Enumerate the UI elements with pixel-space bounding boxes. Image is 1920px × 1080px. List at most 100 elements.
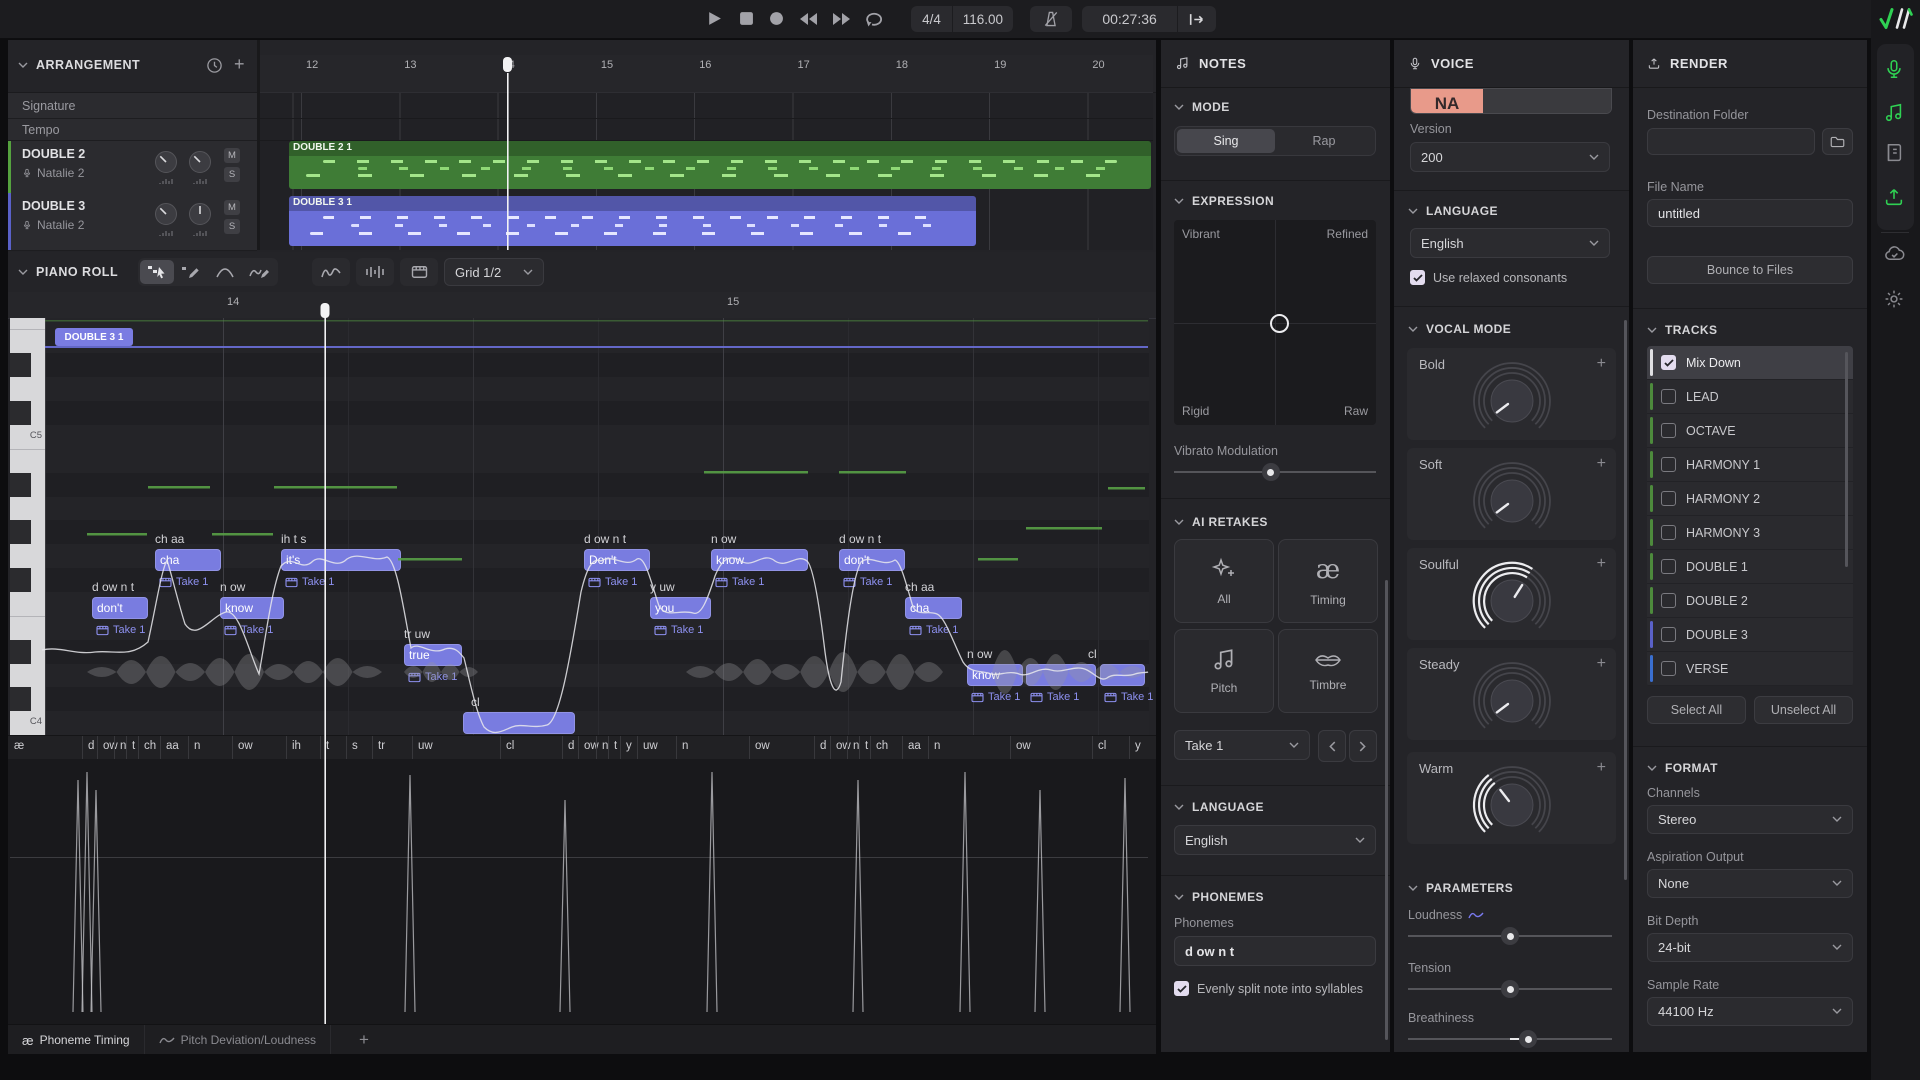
- phoneme-label[interactable]: d: [88, 740, 94, 752]
- track-pan-knob[interactable]: [188, 150, 212, 174]
- phoneme-label[interactable]: ch: [876, 740, 888, 752]
- collapse-chevron-icon[interactable]: [18, 62, 28, 69]
- metronome-toggle[interactable]: [1030, 6, 1072, 32]
- slider[interactable]: [1408, 927, 1612, 945]
- track-checkbox[interactable]: [1661, 627, 1676, 642]
- phoneme-label[interactable]: n: [682, 740, 688, 752]
- black-key[interactable]: [10, 640, 31, 664]
- tab-pitch-deviation-loudness[interactable]: Pitch Deviation/Loudness: [145, 1025, 331, 1054]
- rail-settings-icon[interactable]: [1883, 288, 1908, 313]
- slider-handle[interactable]: [1501, 980, 1519, 998]
- add-automation-button[interactable]: +: [1597, 759, 1606, 777]
- render-track-harmony-1[interactable]: HARMONY 1: [1647, 448, 1853, 482]
- track-volume-knob[interactable]: [154, 202, 178, 226]
- vocal-mode-knob[interactable]: [1469, 558, 1555, 644]
- midi-note[interactable]: Don't: [584, 549, 650, 571]
- slider[interactable]: [1408, 980, 1612, 998]
- phoneme-label[interactable]: cl: [1098, 740, 1106, 752]
- black-key[interactable]: [10, 473, 31, 497]
- bounce-to-files-button[interactable]: Bounce to Files: [1647, 256, 1853, 284]
- format-select-sample-rate[interactable]: 44100 Hz: [1647, 997, 1853, 1026]
- phoneme-label[interactable]: ow: [238, 740, 253, 752]
- arrangement-track-header[interactable]: DOUBLE 3Natalie 2MS: [8, 193, 257, 251]
- mute-button[interactable]: M: [224, 200, 240, 215]
- render-track-harmony-3[interactable]: HARMONY 3: [1647, 516, 1853, 550]
- audio-scrub-tool[interactable]: [356, 258, 394, 286]
- phoneme-label[interactable]: n: [194, 740, 200, 752]
- midi-note[interactable]: know: [967, 664, 1023, 686]
- black-key[interactable]: [10, 568, 31, 592]
- phoneme-label[interactable]: aa: [908, 740, 921, 752]
- time-display[interactable]: 00:27:36: [1082, 6, 1177, 32]
- track-checkbox[interactable]: [1661, 457, 1676, 472]
- rail-music-notes-icon[interactable]: [1883, 102, 1908, 127]
- take-badge[interactable]: Take 1: [408, 671, 457, 683]
- track-checkbox[interactable]: [1661, 389, 1676, 404]
- select-tool[interactable]: [140, 260, 174, 284]
- version-select[interactable]: 200: [1410, 142, 1610, 172]
- vocal-mode-knob[interactable]: [1469, 658, 1555, 744]
- black-key[interactable]: [10, 353, 31, 377]
- phoneme-label[interactable]: cl: [506, 740, 514, 752]
- midi-note[interactable]: it's: [281, 549, 401, 571]
- midi-note[interactable]: [1026, 664, 1096, 686]
- tab-phoneme-timing[interactable]: æPhoneme Timing: [8, 1025, 145, 1054]
- piano-keys[interactable]: C5C4: [10, 318, 45, 735]
- select-all-button[interactable]: Select All: [1647, 696, 1746, 724]
- fast-forward-button[interactable]: [831, 12, 853, 26]
- format-section-header[interactable]: FORMAT: [1647, 761, 1718, 775]
- format-select-aspiration-output[interactable]: None: [1647, 869, 1853, 898]
- phoneme-label[interactable]: ow: [1016, 740, 1031, 752]
- phoneme-label[interactable]: uw: [418, 740, 433, 752]
- mode-option-rap[interactable]: Rap: [1275, 129, 1373, 153]
- phonemes-section-header[interactable]: PHONEMES: [1174, 890, 1264, 904]
- vocal-mode-knob[interactable]: [1469, 458, 1555, 544]
- add-automation-button[interactable]: +: [1597, 355, 1606, 373]
- piano-roll-clip-chip[interactable]: DOUBLE 3 1: [55, 328, 133, 346]
- checkbox[interactable]: [1174, 981, 1189, 996]
- note-language-select[interactable]: English: [1174, 825, 1376, 855]
- phoneme-label[interactable]: d: [568, 740, 574, 752]
- phoneme-label[interactable]: d: [820, 740, 826, 752]
- format-select-channels[interactable]: Stereo: [1647, 805, 1853, 834]
- render-track-octave[interactable]: OCTAVE: [1647, 414, 1853, 448]
- unselect-all-button[interactable]: Unselect All: [1754, 696, 1853, 724]
- checkbox[interactable]: [1410, 270, 1425, 285]
- phoneme-label[interactable]: t: [865, 740, 868, 752]
- rail-export-icon[interactable]: [1883, 186, 1908, 211]
- retake-timing-button[interactable]: æTiming: [1278, 539, 1378, 623]
- takes-tool[interactable]: [400, 258, 438, 286]
- play-button[interactable]: [706, 10, 723, 27]
- arrangement-track-header[interactable]: DOUBLE 2Natalie 2MS: [8, 141, 257, 194]
- browse-folder-button[interactable]: [1822, 128, 1853, 155]
- take-badge[interactable]: Take 1: [285, 576, 334, 588]
- track-checkbox[interactable]: [1661, 525, 1676, 540]
- tracks-section-header[interactable]: TRACKS: [1647, 323, 1717, 337]
- retake-pitch-button[interactable]: Pitch: [1174, 629, 1274, 713]
- vocal-mode-knob[interactable]: [1469, 762, 1555, 848]
- slider-handle[interactable]: [1262, 463, 1280, 481]
- language-section-header[interactable]: LANGUAGE: [1174, 800, 1264, 814]
- retake-timbre-button[interactable]: Timbre: [1278, 629, 1378, 713]
- midi-note[interactable]: [463, 712, 575, 734]
- piano-roll-ruler[interactable]: [8, 292, 1156, 319]
- vocal-mode-section-header[interactable]: VOCAL MODE: [1408, 322, 1511, 336]
- slider-handle[interactable]: [1519, 1030, 1537, 1048]
- parameter-lane[interactable]: [8, 759, 1156, 1024]
- take-badge[interactable]: Take 1: [224, 624, 273, 636]
- retake-all-button[interactable]: All: [1174, 539, 1274, 623]
- add-automation-button[interactable]: +: [1597, 555, 1606, 573]
- tempo-lane[interactable]: Tempo: [8, 119, 257, 141]
- ai-retakes-section-header[interactable]: AI RETAKES: [1174, 515, 1268, 529]
- phoneme-label[interactable]: aa: [166, 740, 179, 752]
- evenly-split-checkbox-row[interactable]: Evenly split note into syllables: [1174, 981, 1363, 996]
- format-select-bit-depth[interactable]: 24-bit: [1647, 933, 1853, 962]
- phoneme-label[interactable]: n: [934, 740, 940, 752]
- rail-dictionary-icon[interactable]: [1883, 142, 1908, 167]
- tempo-track-icon[interactable]: [206, 57, 223, 74]
- solo-button[interactable]: S: [224, 167, 240, 182]
- voice-language-select[interactable]: English: [1410, 228, 1610, 258]
- midi-note[interactable]: cha: [155, 549, 221, 571]
- rail-microphone-icon[interactable]: [1883, 58, 1908, 83]
- mode-section-header[interactable]: MODE: [1174, 100, 1230, 114]
